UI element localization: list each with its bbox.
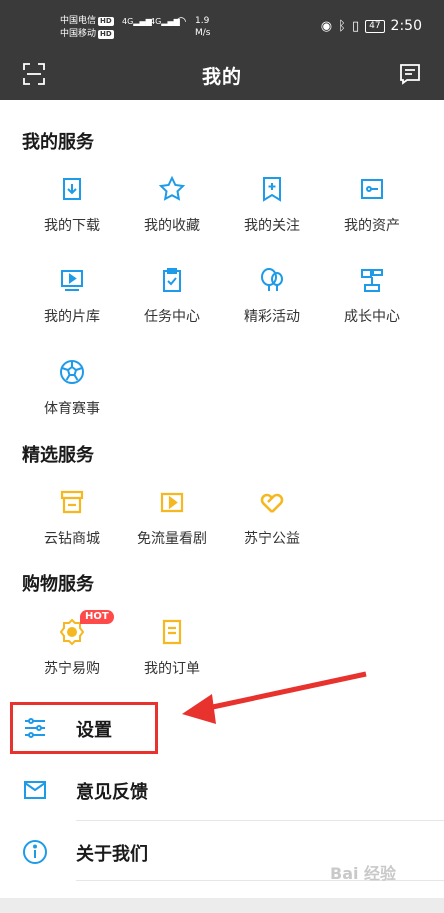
hd-badge-2: HD	[98, 30, 114, 39]
grid-item-label: 云钻商城	[44, 531, 100, 547]
featured-services-title: 精选服务	[22, 445, 94, 466]
header: 中国电信 HD 中国移动 HD 4G▂▄▆ 4G▂▄▆ ◠ 1.9 M/s ◉ ᛒ …	[0, 0, 444, 100]
carrier-2: 中国移动	[60, 29, 97, 39]
grid-item-label: 任务中心	[144, 309, 200, 325]
grid-item-free-data[interactable]: 免流量看剧	[122, 488, 222, 548]
menu-item-feedback[interactable]: 意见反馈	[0, 760, 444, 820]
grid-item-events[interactable]: 精彩活动	[222, 266, 322, 326]
download-icon	[63, 178, 81, 200]
grid-item-label: 成长中心	[344, 309, 400, 325]
bottom-bar	[0, 898, 444, 913]
my-services-title: 我的服务	[22, 132, 94, 153]
video-library-icon	[61, 270, 83, 291]
balloon-icon	[261, 268, 283, 291]
wifi-icon: ◠	[176, 14, 187, 28]
clock: 2:50	[390, 18, 422, 34]
grid-item-assets[interactable]: 我的资产	[322, 175, 422, 235]
grid-item-suning[interactable]: HOT 苏宁易购	[22, 610, 122, 678]
grid-item-orders[interactable]: 我的订单	[122, 618, 222, 678]
grid-item-label: 精彩活动	[244, 309, 300, 325]
grid-item-charity[interactable]: 苏宁公益	[222, 488, 322, 548]
carriers: 中国电信 HD 中国移动 HD	[60, 15, 114, 41]
sprout-icon	[361, 269, 383, 292]
message-icon[interactable]	[398, 62, 422, 86]
signal-1-icon: 4G▂▄▆	[122, 17, 152, 26]
play-box-icon	[160, 492, 184, 513]
divider	[76, 820, 444, 821]
grid-item-following[interactable]: 我的关注	[222, 175, 322, 235]
mail-icon	[24, 781, 46, 799]
star-icon	[158, 175, 186, 201]
hot-badge: HOT	[80, 610, 114, 624]
vibrate-icon: ▯	[351, 18, 360, 34]
grid-item-sports[interactable]: 体育赛事	[22, 358, 122, 418]
page-title: 我的	[201, 66, 242, 88]
grid-item-tasks[interactable]: 任务中心	[122, 266, 222, 326]
bookmark-plus-icon	[263, 177, 281, 202]
eye-icon: ◉	[320, 18, 333, 34]
grid-item-label: 我的下载	[44, 218, 100, 234]
grid-item-label: 苏宁公益	[244, 531, 300, 547]
watermark: Bai 经验	[330, 864, 397, 883]
highlight-box	[10, 702, 158, 754]
clipboard-check-icon	[163, 268, 181, 292]
grid-item-label: 我的片库	[44, 309, 100, 325]
store-icon	[60, 490, 84, 514]
nav-bar: 我的	[0, 50, 444, 100]
grid-item-label: 我的订单	[144, 661, 200, 677]
grid-item-favorites[interactable]: 我的收藏	[122, 175, 222, 235]
carrier-1: 中国电信	[60, 16, 97, 26]
wallet-icon	[361, 179, 383, 199]
grid-item-label: 我的资产	[344, 218, 400, 234]
grid-item-label: 我的收藏	[144, 218, 200, 234]
shopping-services-title: 购物服务	[22, 574, 94, 595]
grid-item-label: 苏宁易购	[44, 661, 100, 677]
info-icon	[23, 840, 47, 864]
grid-item-label: 我的关注	[244, 218, 300, 234]
heart-link-icon	[260, 493, 284, 513]
grid-item-library[interactable]: 我的片库	[22, 266, 122, 326]
hd-badge-1: HD	[98, 17, 114, 26]
menu-item-label: 关于我们	[76, 844, 148, 865]
battery-icon: 47	[365, 19, 385, 33]
bluetooth-icon: ᛒ	[338, 18, 346, 34]
grid-item-label: 体育赛事	[44, 401, 100, 417]
grid-item-download[interactable]: 我的下载	[22, 175, 122, 235]
order-list-icon	[162, 619, 182, 645]
status-right: ◉ ᛒ ▯ 47 2:50	[321, 18, 422, 34]
soccer-ball-icon	[60, 360, 84, 384]
grid-item-label: 免流量看剧	[137, 531, 207, 547]
grid-item-growth[interactable]: 成长中心	[322, 266, 422, 326]
status-bar: 中国电信 HD 中国移动 HD 4G▂▄▆ 4G▂▄▆ ◠ 1.9 M/s ◉ ᛒ …	[0, 0, 444, 50]
grid-item-diamond-mall[interactable]: 云钻商城	[22, 488, 122, 548]
menu-item-label: 意见反馈	[76, 782, 148, 803]
net-speed: 1.9 M/s	[195, 16, 211, 38]
